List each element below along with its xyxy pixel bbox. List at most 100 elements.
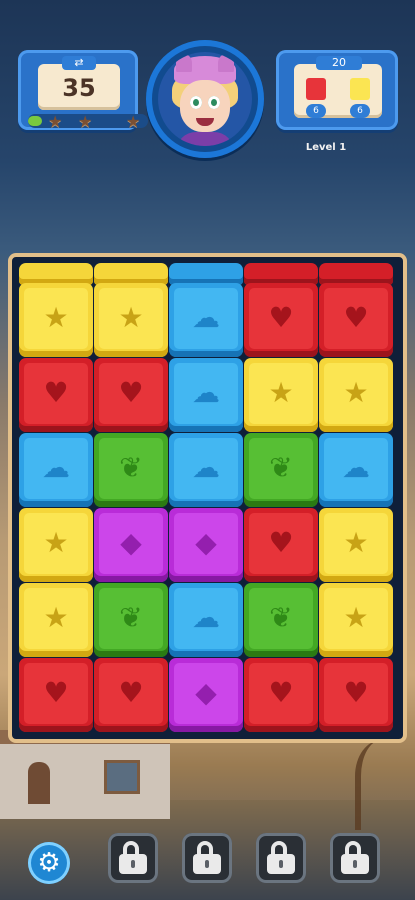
tile-green-symbol-icon: ❦ [119, 450, 143, 484]
tile-yellow[interactable]: ★ [244, 358, 318, 432]
hud-bar: ⇄ 35 ★ ★ ★ 20 6 6 [18, 40, 398, 158]
score-progress-bar: ★ ★ ★ [28, 112, 148, 131]
tile-red-symbol-icon: ♥ [118, 675, 144, 709]
tile-yellow[interactable]: ★ [319, 358, 393, 432]
tile-blue[interactable]: ☁ [169, 433, 243, 507]
goal-total: 20 [316, 56, 362, 70]
tile-yellow [19, 263, 93, 285]
tile-red-symbol-icon: ♥ [43, 675, 69, 709]
tile-red[interactable]: ♥ [94, 358, 168, 432]
gear-icon: ⚙ [37, 848, 61, 878]
house-door [28, 762, 50, 804]
tile-yellow-symbol-icon: ★ [43, 600, 69, 634]
lock-keyhole [279, 860, 283, 868]
moves-counter: 35 [62, 74, 96, 102]
tile-red [319, 263, 393, 285]
tile-blue-symbol-icon: ☁ [42, 450, 70, 484]
score-progress-fill [28, 116, 43, 126]
tile-yellow-symbol-icon: ★ [43, 525, 69, 559]
goals-card: 20 6 6 [294, 56, 382, 118]
avatar-hat-ear [218, 54, 234, 72]
locked-booster-button[interactable] [256, 833, 306, 883]
tile-red-symbol-icon: ♥ [343, 675, 369, 709]
tile-yellow-symbol-icon: ★ [118, 300, 144, 334]
game-board: ★ ★ ☁ ♥ ♥ ♥ ♥ ☁ ★ ★ ☁ ❦ ☁ ❦ ☁ ★ ◆ ◆ ♥ ★ ★ ❦ ☁ ❦ ★ ♥ ♥ ◆ ♥ ♥ [8, 253, 407, 743]
lock-keyhole [205, 860, 209, 868]
tile-red[interactable]: ♥ [319, 283, 393, 357]
tile-green-symbol-icon: ❦ [269, 600, 293, 634]
tile-blue[interactable]: ☁ [19, 433, 93, 507]
tile-red[interactable]: ♥ [19, 658, 93, 732]
tile-blue [169, 263, 243, 285]
tile-blue[interactable]: ☁ [169, 358, 243, 432]
tile-blue[interactable]: ☁ [319, 433, 393, 507]
tile-green-symbol-icon: ❦ [119, 600, 143, 634]
house-window [104, 760, 140, 794]
tile-blue[interactable]: ☁ [169, 583, 243, 657]
tile-yellow-symbol-icon: ★ [343, 525, 369, 559]
tile-blue-symbol-icon: ☁ [192, 600, 220, 634]
goal-yellow-block [350, 78, 370, 100]
goal-red-block [306, 78, 326, 100]
tile-green[interactable]: ❦ [244, 583, 318, 657]
star-icon: ★ [48, 112, 63, 131]
lock-keyhole [353, 860, 357, 868]
locked-booster-button[interactable] [330, 833, 380, 883]
tile-red-symbol-icon: ♥ [118, 375, 144, 409]
avatar-hat-ear [176, 54, 192, 72]
background-house [0, 730, 170, 819]
locked-booster-button[interactable] [182, 833, 232, 883]
tile-green[interactable]: ❦ [94, 433, 168, 507]
tile-red-symbol-icon: ♥ [43, 375, 69, 409]
goal-red-count: 6 [306, 104, 326, 118]
tile-yellow-symbol-icon: ★ [343, 375, 369, 409]
tile-red-symbol-icon: ♥ [268, 300, 294, 334]
goal-yellow-count: 6 [350, 104, 370, 118]
tile-purple[interactable]: ◆ [169, 508, 243, 582]
tile-purple[interactable]: ◆ [94, 508, 168, 582]
tile-purple-symbol-icon: ◆ [120, 525, 142, 559]
star-icon: ★ [78, 112, 93, 131]
tile-green-symbol-icon: ❦ [269, 450, 293, 484]
tile-red[interactable]: ♥ [244, 508, 318, 582]
tile-purple-symbol-icon: ◆ [195, 525, 217, 559]
settings-button[interactable]: ⚙ [28, 842, 70, 884]
star-icon: ★ [126, 112, 141, 131]
tile-yellow-symbol-icon: ★ [43, 300, 69, 334]
tile-red-symbol-icon: ♥ [268, 675, 294, 709]
tile-yellow[interactable]: ★ [19, 508, 93, 582]
locked-booster-button[interactable] [108, 833, 158, 883]
background-tree [355, 740, 415, 830]
tile-yellow[interactable]: ★ [319, 508, 393, 582]
tile-yellow-symbol-icon: ★ [343, 600, 369, 634]
tile-yellow-symbol-icon: ★ [268, 375, 294, 409]
level-label: Level 1 [305, 142, 347, 153]
tile-red[interactable]: ♥ [94, 658, 168, 732]
tile-red[interactable]: ♥ [244, 283, 318, 357]
tile-red[interactable]: ♥ [19, 358, 93, 432]
lock-keyhole [131, 860, 135, 868]
tile-blue-symbol-icon: ☁ [192, 300, 220, 334]
tile-red [244, 263, 318, 285]
goals-panel: 20 6 6 [276, 50, 398, 130]
tile-purple[interactable]: ◆ [169, 658, 243, 732]
tile-red[interactable]: ♥ [319, 658, 393, 732]
tile-blue[interactable]: ☁ [169, 283, 243, 357]
tile-yellow[interactable]: ★ [94, 283, 168, 357]
tile-yellow[interactable]: ★ [19, 283, 93, 357]
tile-green[interactable]: ❦ [244, 433, 318, 507]
moves-card: ⇄ 35 [38, 56, 120, 110]
swap-arrows-icon: ⇄ [62, 56, 96, 70]
tile-yellow [94, 263, 168, 285]
avatar-eye [190, 96, 202, 109]
tile-yellow[interactable]: ★ [19, 583, 93, 657]
tile-blue-symbol-icon: ☁ [342, 450, 370, 484]
tile-green[interactable]: ❦ [94, 583, 168, 657]
tile-purple-symbol-icon: ◆ [195, 675, 217, 709]
player-avatar-frame [146, 40, 264, 158]
tile-red[interactable]: ♥ [244, 658, 318, 732]
tile-yellow[interactable]: ★ [319, 583, 393, 657]
tile-red-symbol-icon: ♥ [268, 525, 294, 559]
tile-blue-symbol-icon: ☁ [192, 375, 220, 409]
tile-red-symbol-icon: ♥ [343, 300, 369, 334]
